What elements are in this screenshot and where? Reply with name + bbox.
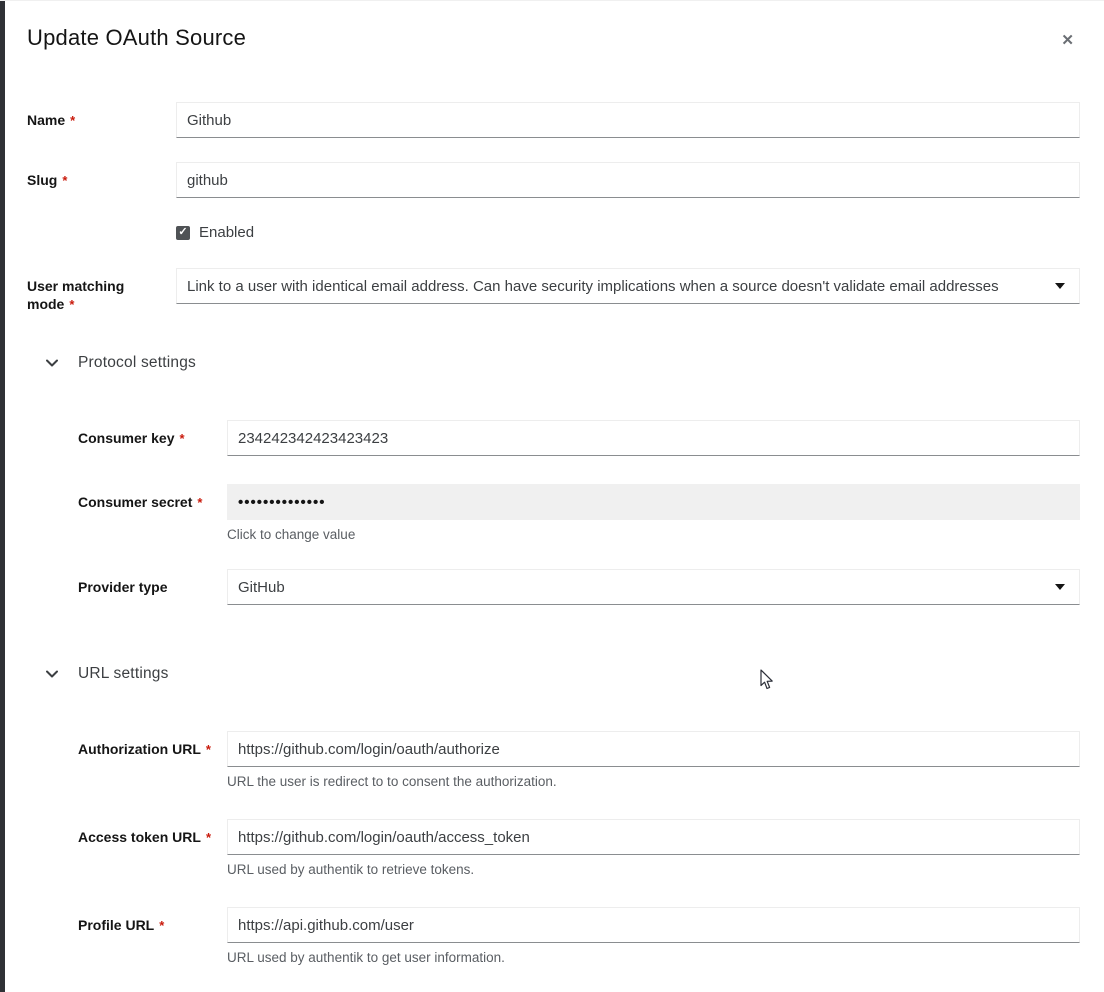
field-row-consumer-secret: Consumer secret * Click to change value — [78, 484, 1080, 544]
modal-header: Update OAuth Source ✕ — [27, 23, 1080, 53]
user-matching-mode-value: Link to a user with identical email addr… — [187, 278, 1043, 295]
field-row-provider-type: Provider type GitHub — [78, 569, 1080, 605]
chevron-down-icon — [45, 359, 59, 367]
slug-input[interactable] — [176, 162, 1080, 198]
enabled-checkbox[interactable]: ✓ Enabled — [176, 224, 254, 241]
provider-type-label: Provider type — [78, 579, 167, 595]
authorization-url-label: Authorization URL — [78, 741, 201, 757]
caret-down-icon — [1055, 584, 1065, 590]
field-row-user-matching-mode: User matching mode* Link to a user with … — [27, 268, 1080, 314]
profile-url-label-wrap: Profile URL * — [78, 907, 227, 967]
consumer-key-input[interactable] — [227, 420, 1080, 456]
slug-label-wrap: Slug * — [27, 162, 176, 198]
name-label-wrap: Name * — [27, 102, 176, 138]
enabled-label: Enabled — [199, 224, 254, 241]
check-icon: ✓ — [178, 227, 187, 238]
consumer-secret-label: Consumer secret — [78, 494, 192, 510]
access-token-url-label-wrap: Access token URL * — [78, 819, 227, 879]
name-label: Name — [27, 112, 65, 128]
provider-type-label-wrap: Provider type — [78, 569, 227, 605]
provider-type-select[interactable]: GitHub — [227, 569, 1080, 605]
field-row-access-token-url: Access token URL * URL used by authentik … — [78, 819, 1080, 879]
user-matching-mode-label-wrap: User matching mode* — [27, 268, 176, 314]
close-icon[interactable]: ✕ — [1055, 29, 1080, 52]
field-row-authorization-url: Authorization URL * URL the user is redir… — [78, 731, 1080, 791]
required-asterisk: * — [206, 830, 211, 845]
profile-url-label: Profile URL — [78, 917, 154, 933]
slug-label: Slug — [27, 172, 57, 188]
required-asterisk: * — [179, 431, 184, 446]
field-row-name: Name * — [27, 102, 1080, 138]
field-row-enabled: ✓ Enabled — [27, 222, 1080, 244]
required-asterisk: * — [69, 297, 74, 312]
provider-type-value: GitHub — [238, 579, 1043, 596]
oauth-source-form: Name * Slug * ✓ — [27, 102, 1080, 967]
section-title: Protocol settings — [78, 354, 196, 372]
caret-down-icon — [1055, 283, 1065, 289]
page-title: Update OAuth Source — [27, 23, 246, 53]
consumer-key-label-wrap: Consumer key * — [78, 420, 227, 456]
authorization-url-input[interactable] — [227, 731, 1080, 767]
authorization-url-helper: URL the user is redirect to to consent t… — [227, 773, 1080, 791]
section-header-protocol-settings[interactable]: Protocol settings — [45, 354, 1080, 372]
name-input[interactable] — [176, 102, 1080, 138]
user-matching-mode-label: User matching mode — [27, 278, 124, 312]
field-row-slug: Slug * — [27, 162, 1080, 198]
access-token-url-input[interactable] — [227, 819, 1080, 855]
field-row-profile-url: Profile URL * URL used by authentik to ge… — [78, 907, 1080, 967]
modal-content: Update OAuth Source ✕ Name * Slug * — [0, 1, 1104, 992]
update-oauth-source-modal: Update OAuth Source ✕ Name * Slug * — [0, 0, 1104, 992]
profile-url-input[interactable] — [227, 907, 1080, 943]
consumer-secret-input[interactable] — [227, 484, 1080, 520]
checkbox-checked-icon[interactable]: ✓ — [176, 226, 190, 240]
field-row-consumer-key: Consumer key * — [78, 420, 1080, 456]
required-asterisk: * — [159, 918, 164, 933]
authorization-url-label-wrap: Authorization URL * — [78, 731, 227, 791]
consumer-secret-label-wrap: Consumer secret * — [78, 484, 227, 544]
consumer-secret-helper: Click to change value — [227, 526, 1080, 544]
required-asterisk: * — [62, 173, 67, 188]
required-asterisk: * — [197, 495, 202, 510]
chevron-down-icon — [45, 670, 59, 678]
user-matching-mode-select[interactable]: Link to a user with identical email addr… — [176, 268, 1080, 304]
required-asterisk: * — [206, 742, 211, 757]
required-asterisk: * — [70, 113, 75, 128]
profile-url-helper: URL used by authentik to get user inform… — [227, 949, 1080, 967]
access-token-url-helper: URL used by authentik to retrieve tokens… — [227, 861, 1080, 879]
access-token-url-label: Access token URL — [78, 829, 201, 845]
section-header-url-settings[interactable]: URL settings — [45, 665, 1080, 683]
section-title: URL settings — [78, 665, 169, 683]
consumer-key-label: Consumer key — [78, 430, 174, 446]
